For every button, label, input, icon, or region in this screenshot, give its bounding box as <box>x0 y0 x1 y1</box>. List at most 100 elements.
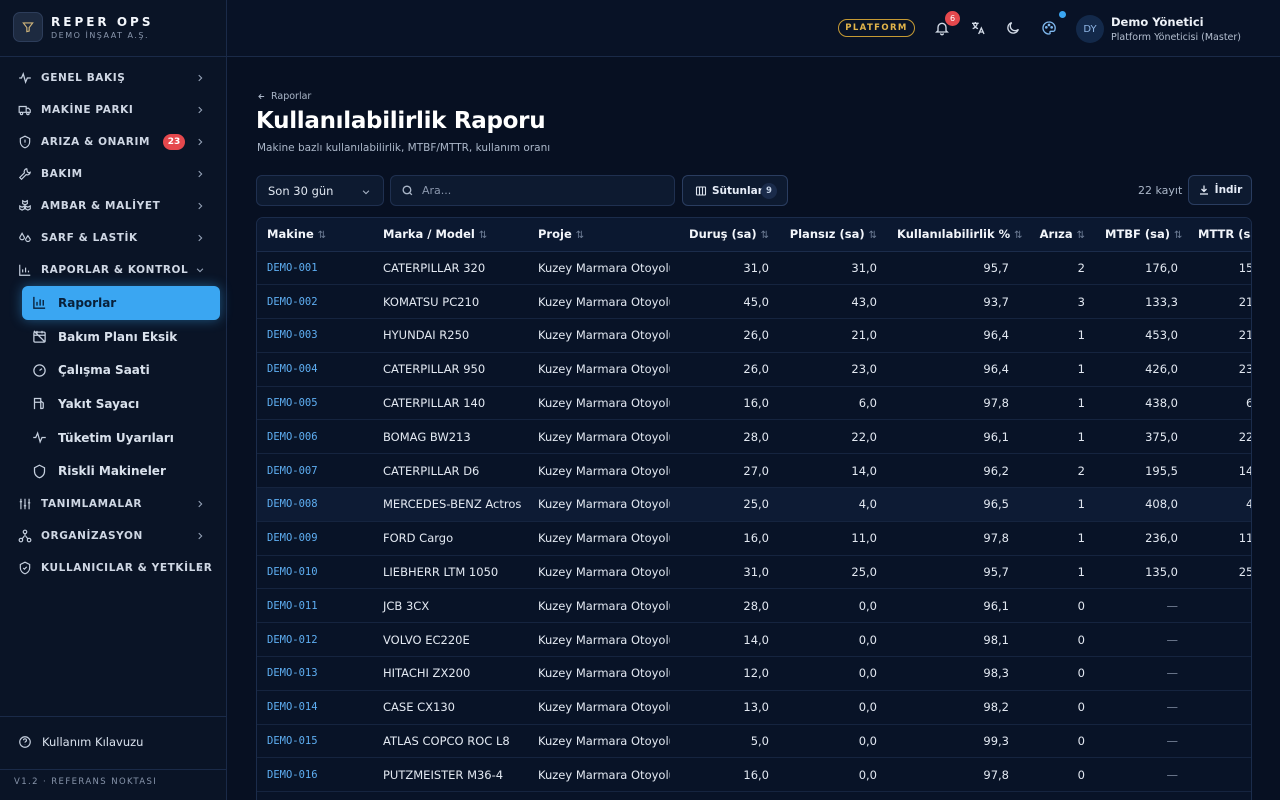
machine-code-link[interactable]: DEMO-016 <box>257 758 373 792</box>
machine-code-link[interactable]: DEMO-006 <box>257 420 373 454</box>
search-box[interactable] <box>390 175 675 206</box>
back-link[interactable]: Raporlar <box>257 91 311 102</box>
column-header[interactable]: Duruş (sa) ⇅ <box>670 218 779 252</box>
machine-code-link[interactable]: DEMO-003 <box>257 319 373 353</box>
machine-code-link[interactable]: DEMO-011 <box>257 589 373 623</box>
table-cell: 21,0 <box>851 328 877 343</box>
table-row[interactable]: DEMO-015 ATLAS COPCO ROC L8 Kuzey Marmara … <box>257 724 1251 758</box>
table-row[interactable]: DEMO-012 VOLVO EC220E Kuzey Marmara Otoyol… <box>257 623 1251 657</box>
table-row[interactable]: DEMO-016 PUTZMEISTER M36-4 Kuzey Marmara O… <box>257 758 1251 792</box>
sort-icon[interactable]: ⇅ <box>761 230 769 241</box>
table-cell: 26,0 <box>743 328 769 343</box>
sidebar-item-tanimlamalar[interactable]: TANIMLAMALAR <box>0 488 227 520</box>
sidebar-item-genel-bakis[interactable]: GENEL BAKIŞ <box>0 62 227 94</box>
sidebar-item-kullanicilar-yetkiler[interactable]: KULLANICILAR & YETKİLER <box>0 552 227 584</box>
sort-icon[interactable]: ⇅ <box>1174 230 1182 241</box>
table-row[interactable]: DEMO-009 FORD Cargo Kuzey Marmara Otoyolu 1… <box>257 521 1251 556</box>
machine-code-link[interactable]: DEMO-012 <box>257 623 373 657</box>
machine-code-link[interactable]: DEMO-008 <box>257 488 373 522</box>
avatar[interactable]: DY <box>1076 15 1104 43</box>
column-header[interactable]: Plansız (sa) ⇅ <box>779 218 887 252</box>
sidebar-item-makine-parki[interactable]: MAKİNE PARKI <box>0 94 227 126</box>
machine-code-link[interactable]: DEMO-009 <box>257 521 373 555</box>
table-row[interactable]: DEMO-013 HITACHI ZX200 Kuzey Marmara Otoyo… <box>257 657 1251 691</box>
table-row[interactable]: DEMO-010 LIEBHERR LTM 1050 Kuzey Marmara O… <box>257 555 1251 589</box>
table-row[interactable]: DEMO-008 MERCEDES-BENZ Actros Kuzey Marmar… <box>257 487 1251 522</box>
table-row[interactable]: DEMO-014 CASE CX130 Kuzey Marmara Otoyolu 1… <box>257 690 1251 725</box>
table-row[interactable]: DEMO-001 CATERPILLAR 320 Kuzey Marmara Oto… <box>257 251 1251 285</box>
table-cell: Kuzey Marmara Otoyolu <box>538 294 670 309</box>
search-input[interactable] <box>422 184 662 197</box>
sort-icon[interactable]: ⇅ <box>869 230 877 241</box>
sidebar-subitem-calisma-saati[interactable]: Çalışma Saati <box>22 353 220 387</box>
column-header[interactable]: Proje ⇅ <box>528 218 670 252</box>
brand-name: REPER OPS <box>51 15 154 29</box>
machine-code-link[interactable]: DEMO-014 <box>257 690 373 724</box>
table-cell: Kuzey Marmara Otoyolu <box>538 632 670 647</box>
machine-code-link[interactable]: DEMO-010 <box>257 555 373 589</box>
download-button[interactable]: İndir <box>1188 175 1252 205</box>
column-header[interactable]: Arıza ⇅ <box>1019 218 1095 252</box>
sidebar-footer: Kullanım Kılavuzu V1.2 · REFERANS NOKTAS… <box>0 716 227 800</box>
sidebar-subitem-riskli-makineler[interactable]: Riskli Makineler <box>22 454 220 488</box>
machine-code-link[interactable]: DEMO-004 <box>257 352 373 386</box>
sidebar-item-label: ORGANİZASYON <box>41 530 143 543</box>
machine-code-link[interactable]: DEMO-015 <box>257 724 373 758</box>
table-cell: 5,0 <box>750 734 769 749</box>
table-row[interactable]: DEMO-006 BOMAG BW213 Kuzey Marmara Otoyolu… <box>257 420 1251 454</box>
table-cell: 0 <box>1077 700 1085 715</box>
table-cell: 96,1 <box>983 429 1009 444</box>
machine-code-link[interactable]: DEMO-002 <box>257 285 373 319</box>
sidebar-subitem-label: Bakım Planı Eksik <box>58 329 178 344</box>
table-cell: CATERPILLAR 320 <box>383 260 486 275</box>
platform-badge[interactable]: PLATFORM <box>838 19 915 37</box>
sidebar-item-ariza-onarim[interactable]: ARIZA & ONARIM 23 <box>0 126 227 158</box>
chevron-right-icon <box>198 74 203 82</box>
palette-icon[interactable] <box>1041 20 1057 36</box>
date-range-select[interactable]: Son 30 gün <box>256 175 384 206</box>
sidebar-item-ambar-maliyet[interactable]: AMBAR & MALİYET <box>0 190 227 222</box>
table-row[interactable]: DEMO-007 CATERPILLAR D6 Kuzey Marmara Otoy… <box>257 454 1251 488</box>
table-row[interactable]: DEMO-005 CATERPILLAR 140 Kuzey Marmara Oto… <box>257 386 1251 420</box>
brand[interactable]: REPER OPS DEMO İNŞAAT A.Ş. <box>0 0 227 57</box>
sort-icon[interactable]: ⇅ <box>1077 230 1085 241</box>
sidebar-item-sarf-lastik[interactable]: SARF & LASTİK <box>0 222 227 254</box>
sidebar-subitem-yakit-sayaci[interactable]: Yakıt Sayacı <box>22 387 220 421</box>
user-name[interactable]: Demo Yönetici <box>1111 15 1204 29</box>
table-cell: 3 <box>1077 294 1085 309</box>
table-cell: 15, <box>1238 260 1251 275</box>
sidebar-item-bakim[interactable]: BAKIM <box>0 158 227 190</box>
table-cell: Kuzey Marmara Otoyolu <box>538 531 670 546</box>
sidebar-item-raporlar-kontrol[interactable]: RAPORLAR & KONTROL <box>0 254 227 286</box>
table-cell: 1 <box>1077 429 1085 444</box>
sidebar-subitem-raporlar[interactable]: Raporlar <box>22 286 220 320</box>
column-header[interactable]: Makine ⇅ <box>257 218 373 252</box>
moon-icon[interactable] <box>1005 20 1021 36</box>
column-header[interactable]: MTTR (sa)⇅ <box>1188 218 1251 252</box>
machine-code-link[interactable]: DEMO-005 <box>257 386 373 420</box>
columns-button[interactable]: Sütunlar 9 <box>682 175 788 206</box>
sort-icon[interactable]: ⇅ <box>576 230 584 241</box>
table-cell: 176,0 <box>1145 260 1178 275</box>
column-header[interactable]: MTBF (sa) ⇅ <box>1095 218 1188 252</box>
sidebar-item-organizasyon[interactable]: ORGANİZASYON <box>0 520 227 552</box>
table-row[interactable]: DEMO-003 HYUNDAI R250 Kuzey Marmara Otoyol… <box>257 319 1251 353</box>
machine-code-link[interactable]: DEMO-013 <box>257 657 373 691</box>
user-shield-icon <box>19 561 31 575</box>
column-header[interactable]: Marka / Model ⇅ <box>373 218 528 252</box>
user-guide-link[interactable]: Kullanım Kılavuzu <box>18 735 143 749</box>
sidebar-subitem-tuketim-uyarilari[interactable]: Tüketim Uyarıları <box>22 421 220 455</box>
sort-icon[interactable]: ⇅ <box>318 230 326 241</box>
table-row[interactable]: DEMO-002 KOMATSU PC210 Kuzey Marmara Otoyo… <box>257 285 1251 319</box>
sidebar-subitem-bakim-plani-eksik[interactable]: Bakım Planı Eksik <box>22 320 220 354</box>
sort-icon[interactable]: ⇅ <box>1014 230 1022 241</box>
table-row[interactable]: DEMO-004 CATERPILLAR 950 Kuzey Marmara Oto… <box>257 352 1251 387</box>
machine-code-link[interactable]: DEMO-007 <box>257 454 373 488</box>
table-cell: MERCEDES-BENZ Actros <box>383 497 522 512</box>
column-header[interactable]: Kullanılabilirlik % ⇅ <box>887 218 1023 252</box>
translate-icon[interactable] <box>970 20 986 36</box>
sort-icon[interactable]: ⇅ <box>479 230 487 241</box>
sliders-icon <box>19 498 31 510</box>
table-row[interactable]: DEMO-011 JCB 3CX Kuzey Marmara Otoyolu 28,0… <box>257 589 1251 623</box>
machine-code-link[interactable]: DEMO-001 <box>257 251 373 285</box>
